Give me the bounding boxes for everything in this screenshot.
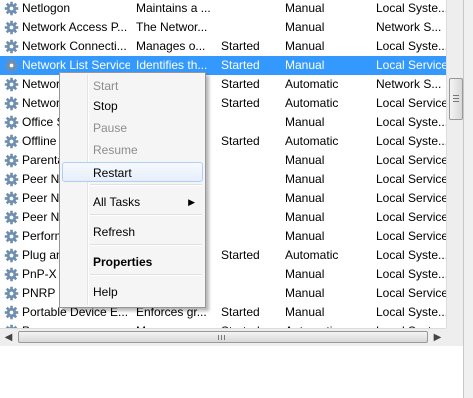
service-startup-type: Manual: [285, 229, 325, 243]
service-status: Started: [221, 77, 260, 91]
menu-item-label: Refresh: [93, 225, 136, 239]
service-startup-type: Manual: [285, 39, 325, 53]
menu-item-help[interactable]: Help: [62, 282, 203, 302]
menu-separator: [90, 184, 202, 186]
service-log-on-as: Local Syste...: [376, 134, 446, 148]
service-status: [221, 170, 281, 189]
service-startup-type: Automatic: [285, 77, 339, 91]
vertical-scrollbar[interactable]: [446, 0, 464, 328]
service-log-on-as: Local Syste...: [376, 39, 446, 53]
scroll-right-arrow-icon[interactable]: ▶: [429, 329, 446, 346]
service-status: Started: [221, 248, 260, 262]
service-startup-type: Manual: [285, 286, 325, 300]
service-status: [221, 18, 281, 37]
menu-separator: [90, 244, 202, 246]
service-status: Started: [221, 305, 260, 319]
scrollbar-corner: [446, 328, 463, 345]
menu-item-label: All Tasks: [93, 195, 141, 209]
service-startup-type: Manual: [285, 305, 325, 319]
menu-item-pause[interactable]: Pause: [62, 118, 203, 138]
menu-item-resume[interactable]: Resume: [62, 140, 203, 160]
service-startup-type: Manual: [285, 153, 325, 167]
service-startup-type: Manual: [285, 115, 325, 129]
service-startup-type: Manual: [285, 1, 325, 15]
menu-separator: [90, 274, 202, 276]
service-status: [221, 151, 281, 170]
service-startup-type: Manual: [285, 20, 325, 34]
service-log-on-as: Network S...: [376, 77, 442, 91]
service-description: Manages o...: [136, 39, 206, 53]
service-startup-type: Automatic: [285, 134, 339, 148]
menu-item-stop[interactable]: Stop: [62, 96, 203, 116]
service-row[interactable]: Netlogon Maintains a ... Manual Local Syste…: [0, 0, 446, 18]
service-log-on-as: Local Syste...: [376, 305, 446, 319]
menu-item-label: Help: [93, 285, 118, 299]
service-log-on-as: Local Syste...: [376, 1, 446, 15]
service-startup-type: Manual: [285, 210, 325, 224]
service-status: [221, 265, 281, 284]
service-status: [221, 227, 281, 246]
service-description: The Networ...: [136, 20, 208, 34]
service-log-on-as: Local Syste...: [376, 115, 446, 129]
service-log-on-as: Local Service: [376, 153, 446, 167]
service-startup-type: Manual: [285, 267, 325, 281]
service-row[interactable]: Network Access P... The Networ... Manual Ne…: [0, 18, 446, 37]
submenu-arrow-icon: ▶: [188, 197, 195, 207]
service-startup-type: Manual: [285, 191, 325, 205]
service-status: Started: [221, 39, 260, 53]
menu-item-start[interactable]: Start: [62, 76, 203, 96]
empty-area: [0, 346, 463, 398]
service-log-on-as: Local Service: [376, 58, 446, 72]
menu-item-label: Resume: [93, 143, 138, 157]
horizontal-scroll-thumb[interactable]: [18, 331, 428, 343]
service-status: Started: [221, 58, 260, 72]
menu-item-restart[interactable]: Restart: [62, 162, 203, 182]
menu-item-label: Properties: [93, 255, 153, 269]
service-status: [221, 189, 281, 208]
service-log-on-as: Local Syste...: [376, 267, 446, 281]
service-name: Netlogon: [22, 1, 71, 15]
service-startup-type: Automatic: [285, 96, 339, 110]
menu-item-label: Restart: [93, 166, 132, 180]
service-startup-type: Automatic: [285, 248, 339, 262]
service-status: [221, 0, 281, 18]
service-row[interactable]: Network Connecti... Manages o... Started Ma…: [0, 37, 446, 56]
horizontal-scrollbar[interactable]: ◀ ▶: [0, 328, 463, 346]
service-log-on-as: Local Service: [376, 286, 446, 300]
context-menu: Start Stop Pause Resume Restart All Tasks ▶ Ref…: [59, 72, 206, 308]
service-log-on-as: Local Service: [376, 96, 446, 110]
menu-item-label: Pause: [93, 121, 128, 135]
scroll-left-arrow-icon[interactable]: ◀: [0, 329, 17, 346]
service-status: [221, 208, 281, 227]
service-name: Network Connecti...: [22, 39, 127, 53]
menu-item-refresh[interactable]: Refresh: [62, 222, 203, 242]
service-name: Network Access P...: [22, 20, 128, 34]
service-startup-type: Manual: [285, 172, 325, 186]
service-status: [221, 284, 281, 303]
service-log-on-as: Local Service: [376, 210, 446, 224]
service-log-on-as: Local Service: [376, 229, 446, 243]
menu-item-all-tasks[interactable]: All Tasks ▶: [62, 192, 203, 212]
service-description: Maintains a ...: [136, 1, 211, 15]
vertical-scroll-thumb[interactable]: [449, 78, 463, 120]
service-log-on-as: Local Service: [376, 191, 446, 205]
service-log-on-as: Local Service: [376, 172, 446, 186]
service-log-on-as: Network S...: [376, 20, 442, 34]
menu-separator: [90, 214, 202, 216]
menu-item-properties[interactable]: Properties: [62, 252, 203, 272]
service-log-on-as: Local Syste...: [376, 248, 446, 262]
menu-item-label: Stop: [93, 99, 118, 113]
service-status: Started: [221, 134, 260, 148]
menu-item-label: Start: [93, 79, 119, 93]
service-status: [221, 113, 281, 132]
window-edge: [463, 0, 473, 398]
service-startup-type: Manual: [285, 58, 325, 72]
service-status: Started: [221, 96, 260, 110]
